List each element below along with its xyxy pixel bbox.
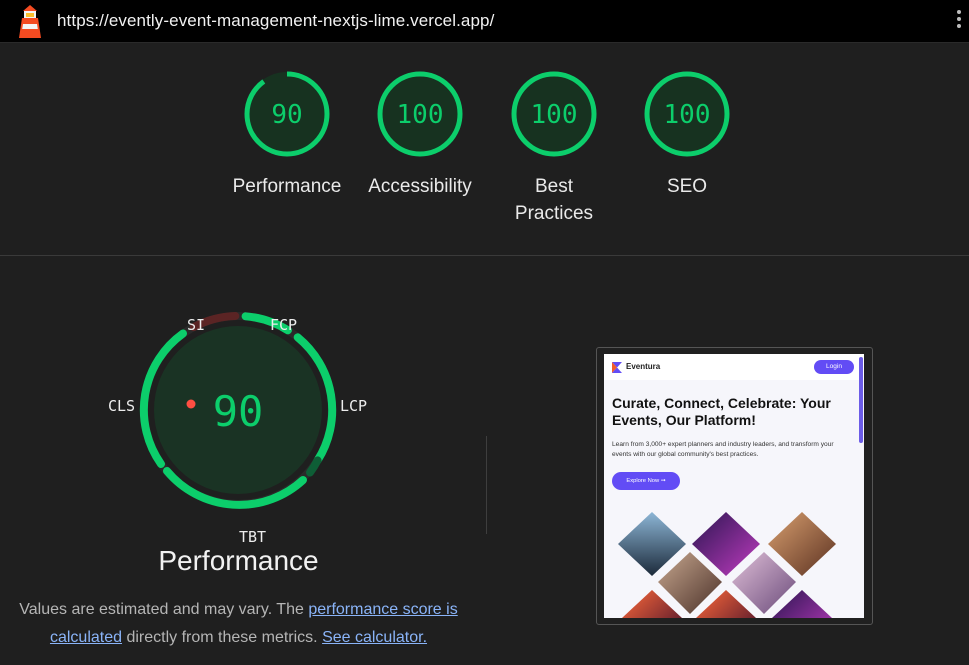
- brand-name: Eventura: [626, 362, 661, 371]
- explore-button: Explore Now ➞: [612, 472, 680, 490]
- final-screenshot[interactable]: Eventura Login Curate, Connect, Celebrat…: [596, 347, 873, 625]
- metric-cls-label: CLS: [108, 397, 136, 415]
- kebab-menu-icon[interactable]: [955, 8, 963, 34]
- disclaimer-text: directly from these metrics.: [122, 629, 323, 646]
- screenshot-page: Eventura Login Curate, Connect, Celebrat…: [604, 354, 864, 618]
- gauge-ring: 100: [511, 71, 597, 157]
- url-bar: https://evently-event-management-nextjs-…: [0, 0, 969, 43]
- disclaimer-text: Values are estimated and may vary. The: [19, 601, 309, 618]
- gauge-score: 100: [664, 100, 711, 130]
- scrollbar: [859, 357, 863, 443]
- score-summary: 90 Performance 100 Accessibility 100 Bes…: [0, 43, 969, 256]
- gauge-label: SEO: [666, 176, 708, 197]
- gauge-score: 90: [271, 100, 302, 130]
- gauge-best-practices[interactable]: 100 Best Practices: [489, 69, 619, 227]
- gauge-accessibility[interactable]: 100 Accessibility: [355, 69, 485, 200]
- score-disclaimer: Values are estimated and may vary. The p…: [0, 596, 477, 652]
- gauge-performance[interactable]: 90 Performance: [222, 69, 352, 200]
- performance-score: 90: [213, 387, 264, 436]
- lighthouse-icon: [19, 5, 41, 38]
- metric-tbt-label: TBT: [239, 528, 267, 546]
- calculator-link[interactable]: See calculator.: [322, 629, 427, 646]
- gauge-label: Accessibility: [368, 176, 472, 197]
- page-url[interactable]: https://evently-event-management-nextjs-…: [57, 11, 494, 31]
- event-photo-collage: [618, 512, 836, 618]
- gauge-score: 100: [397, 100, 444, 130]
- hero-headline: Curate, Connect, Celebrate: Your Events,…: [612, 395, 831, 428]
- brand-logo-icon: [612, 362, 622, 373]
- gauge-seo[interactable]: 100 SEO: [622, 69, 752, 200]
- metric-lcp-label: LCP: [340, 397, 368, 415]
- gauge-label: Performance: [232, 176, 342, 197]
- login-button: Login: [814, 360, 854, 374]
- gauge-ring: 90: [244, 71, 330, 157]
- gauge-ring: 100: [377, 71, 463, 157]
- si-marker: [186, 399, 196, 409]
- metric-si-label: SI: [187, 316, 206, 334]
- metric-fcp-label: FCP: [270, 316, 298, 334]
- site-navbar: Eventura Login: [604, 354, 864, 380]
- performance-title: Performance: [158, 545, 319, 576]
- gauge-label: Best Practices: [514, 176, 594, 224]
- hero-paragraph: Learn from 3,000+ expert planners and in…: [612, 441, 834, 458]
- gauge-score: 100: [531, 100, 578, 130]
- performance-metric-gauge: 90: [139, 312, 337, 509]
- gauge-ring: 100: [644, 71, 730, 157]
- section-divider: [486, 436, 487, 534]
